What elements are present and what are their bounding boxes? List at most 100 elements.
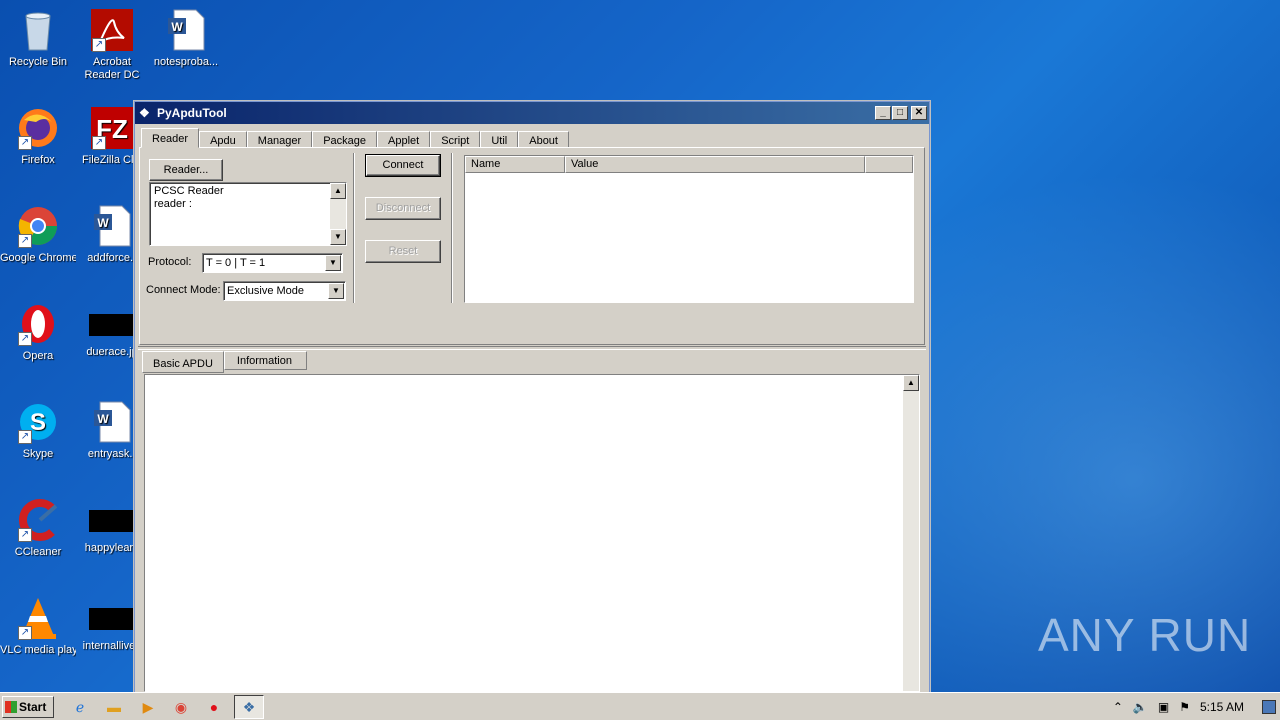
show-desktop-icon[interactable] bbox=[1262, 700, 1276, 714]
svg-text:W: W bbox=[97, 216, 109, 230]
desktop-icon-label: Skype bbox=[22, 448, 54, 460]
reset-button[interactable]: Reset bbox=[365, 240, 441, 263]
desktop-icon-label: Recycle Bin bbox=[8, 56, 68, 68]
ie-icon[interactable]: ℯ bbox=[70, 697, 90, 717]
svg-text:S: S bbox=[30, 409, 46, 436]
info-grid[interactable]: Name Value bbox=[464, 155, 914, 303]
tab-reader[interactable]: Reader bbox=[141, 128, 200, 148]
splitter[interactable] bbox=[138, 346, 926, 350]
protocol-value: T = 0 | T = 1 bbox=[206, 257, 266, 269]
acrobat-icon: ↗ bbox=[90, 8, 134, 52]
desktop-icon-firefox[interactable]: ↗ Firefox bbox=[0, 106, 76, 167]
tab-manager[interactable]: Manager bbox=[246, 131, 313, 148]
desktop-icon-label: Opera bbox=[22, 350, 54, 362]
svg-text:W: W bbox=[171, 20, 183, 34]
vlc-icon: ↗ bbox=[16, 596, 60, 640]
system-tray: ⌃ 🔈 ▣ ⚑ 5:15 AM bbox=[1113, 696, 1280, 718]
minimize-button[interactable]: _ bbox=[875, 106, 891, 120]
connect-mode-label: Connect Mode: bbox=[146, 284, 221, 296]
filezilla-icon: FZ ↗ bbox=[90, 106, 134, 150]
bottom-tabs: Basic APDU Information bbox=[142, 351, 307, 373]
connect-button[interactable]: Connect bbox=[365, 154, 441, 177]
clock[interactable]: 5:15 AM bbox=[1200, 700, 1244, 714]
desktop-icon-label: Firefox bbox=[21, 154, 55, 166]
chevron-down-icon[interactable]: ▼ bbox=[325, 255, 341, 271]
grid-header: Name Value bbox=[465, 156, 913, 173]
start-button[interactable]: Start bbox=[2, 696, 54, 718]
opera-taskbar-icon[interactable]: ● bbox=[204, 697, 224, 717]
desktop-icon-notesproba[interactable]: W notesproba... bbox=[148, 8, 224, 69]
desktop-icon-recycle-bin[interactable]: Recycle Bin bbox=[0, 8, 76, 69]
tab-script[interactable]: Script bbox=[430, 131, 481, 148]
tab-about[interactable]: About bbox=[518, 131, 569, 148]
taskbar: Start ℯ ▬ ▶ ◉ ● ❖ ⌃ 🔈 ▣ ⚑ 5:15 AM bbox=[0, 692, 1280, 720]
scroll-down-icon[interactable]: ▼ bbox=[330, 229, 346, 245]
protocol-select[interactable]: T = 0 | T = 1 ▼ bbox=[202, 253, 343, 273]
disconnect-button[interactable]: Disconnect bbox=[365, 197, 441, 220]
action-center-flag-icon[interactable]: ⚑ bbox=[1179, 700, 1190, 714]
divider bbox=[353, 153, 355, 303]
desktop-icon-label: VLC media player bbox=[0, 644, 76, 656]
desktop-icon-label: Acrobat Reader DC bbox=[84, 56, 140, 81]
chrome-icon: ↗ bbox=[16, 204, 60, 248]
chrome-taskbar-icon[interactable]: ◉ bbox=[171, 697, 191, 717]
window-title: PyApduTool bbox=[157, 106, 227, 120]
desktop-icon-opera[interactable]: ↗ Opera bbox=[0, 302, 76, 363]
desktop-icon-label: CCleaner bbox=[14, 546, 62, 558]
network-icon[interactable]: ▣ bbox=[1158, 700, 1169, 714]
image-file-icon bbox=[89, 510, 135, 532]
tab-package[interactable]: Package bbox=[312, 131, 378, 148]
image-file-icon bbox=[89, 608, 135, 630]
skype-icon: S ↗ bbox=[16, 400, 60, 444]
ccleaner-icon: ↗ bbox=[16, 498, 60, 542]
scroll-up-icon[interactable]: ▲ bbox=[330, 183, 346, 199]
pyapdutool-taskbar-button[interactable]: ❖ bbox=[234, 695, 264, 719]
tab-util[interactable]: Util bbox=[480, 131, 519, 148]
word-doc-icon: W bbox=[90, 204, 134, 248]
reader-list-scrollbar[interactable]: ▲ ▼ bbox=[330, 183, 346, 245]
desktop-icon-skype[interactable]: S ↗ Skype bbox=[0, 400, 76, 461]
svg-text:W: W bbox=[97, 412, 109, 426]
tab-basic-apdu[interactable]: Basic APDU bbox=[142, 351, 224, 373]
word-doc-icon: W bbox=[90, 400, 134, 444]
tab-applet[interactable]: Applet bbox=[377, 131, 431, 148]
firefox-icon: ↗ bbox=[16, 106, 60, 150]
image-file-icon bbox=[89, 314, 135, 336]
tray-expand-icon[interactable]: ⌃ bbox=[1113, 700, 1123, 714]
list-item[interactable]: reader : bbox=[154, 198, 342, 211]
word-doc-icon: W bbox=[164, 8, 208, 52]
title-bar[interactable]: ❖ PyApduTool _ □ ✕ bbox=[135, 102, 929, 124]
reader-listbox[interactable]: PCSC Reader reader : ▲ ▼ bbox=[149, 182, 347, 246]
desktop-icon-label: notesproba... bbox=[153, 56, 219, 68]
column-header-extra[interactable] bbox=[865, 156, 913, 173]
desktop-icon-label: Google Chrome bbox=[0, 252, 76, 264]
desktop-icon-chrome[interactable]: ↗ Google Chrome bbox=[0, 204, 76, 265]
tab-information[interactable]: Information bbox=[223, 351, 307, 370]
main-tabs: Reader Apdu Manager Package Applet Scrip… bbox=[141, 128, 929, 148]
apdu-scrollbar[interactable]: ▲ bbox=[903, 375, 919, 691]
desktop-icon-ccleaner[interactable]: ↗ CCleaner bbox=[0, 498, 76, 559]
tab-apdu[interactable]: Apdu bbox=[199, 131, 247, 148]
media-player-icon[interactable]: ▶ bbox=[138, 697, 158, 717]
explorer-folder-icon[interactable]: ▬ bbox=[104, 697, 124, 717]
scroll-up-icon[interactable]: ▲ bbox=[903, 375, 919, 391]
chevron-down-icon[interactable]: ▼ bbox=[328, 283, 344, 299]
protocol-label: Protocol: bbox=[148, 256, 192, 268]
column-header-name[interactable]: Name bbox=[465, 156, 565, 173]
windows-flag-icon bbox=[5, 701, 17, 713]
app-icon: ❖ bbox=[139, 106, 150, 120]
desktop-icon-acrobat[interactable]: ↗ Acrobat Reader DC bbox=[74, 8, 150, 82]
start-label: Start bbox=[19, 700, 47, 714]
list-item[interactable]: PCSC Reader bbox=[154, 185, 342, 198]
connect-mode-select[interactable]: Exclusive Mode ▼ bbox=[223, 281, 346, 301]
pyapdutool-taskbar-icon: ❖ bbox=[242, 699, 256, 715]
desktop-icon-vlc[interactable]: ↗ VLC media player bbox=[0, 596, 76, 657]
divider bbox=[451, 153, 453, 303]
maximize-button[interactable]: □ bbox=[892, 106, 908, 120]
reader-select-button[interactable]: Reader... bbox=[149, 159, 223, 181]
connect-mode-value: Exclusive Mode bbox=[227, 285, 305, 297]
volume-icon[interactable]: 🔈 bbox=[1133, 700, 1148, 714]
column-header-value[interactable]: Value bbox=[565, 156, 865, 173]
close-button[interactable]: ✕ bbox=[911, 106, 927, 120]
basic-apdu-panel[interactable]: ▲ bbox=[144, 374, 920, 692]
